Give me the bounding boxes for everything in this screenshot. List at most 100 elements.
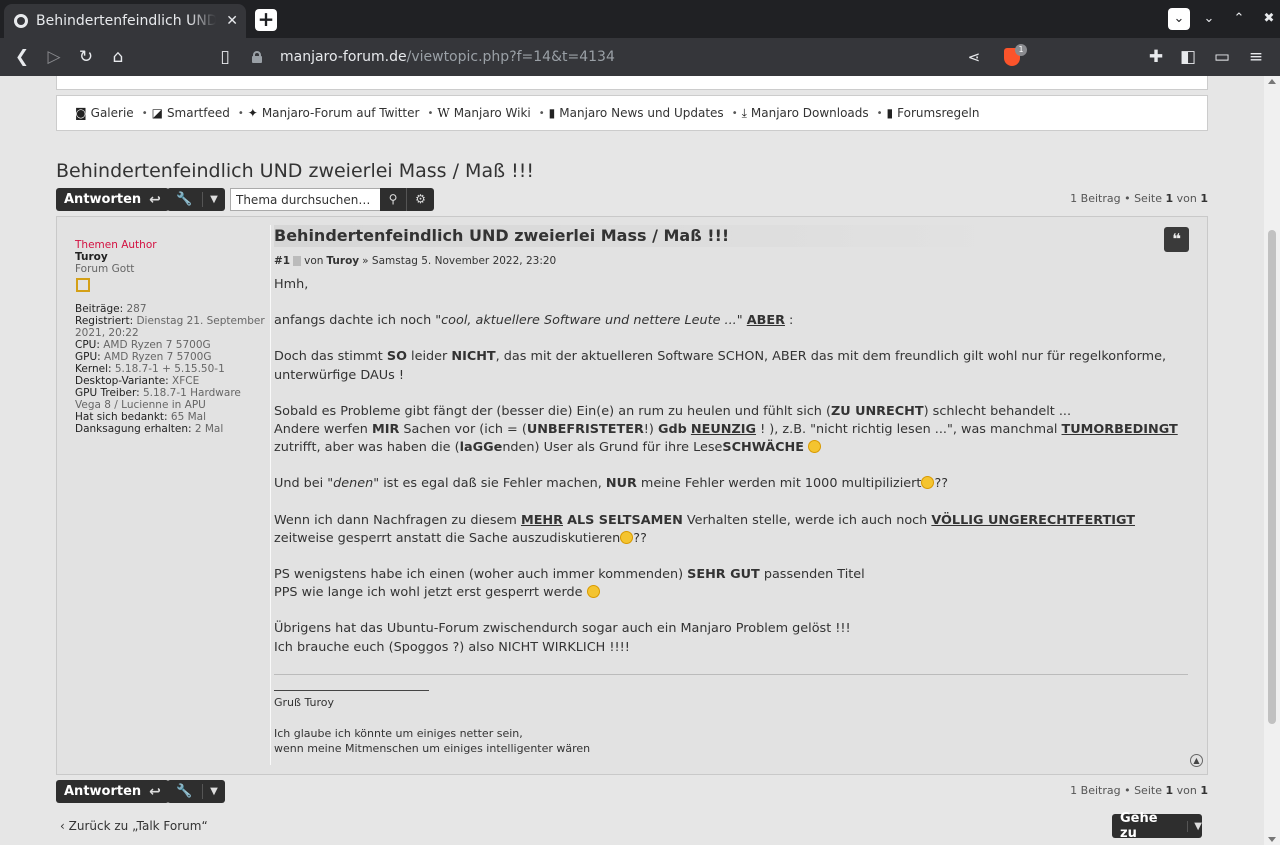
gear-icon[interactable]: ⚙ bbox=[407, 188, 434, 211]
caret-down-icon: ▼ bbox=[210, 786, 218, 797]
wrench-icon: 🔧 bbox=[167, 192, 203, 207]
reload-icon[interactable]: ↻ bbox=[76, 47, 96, 67]
signature-divider bbox=[274, 673, 1188, 675]
quicklink-twitter[interactable]: • ✦ Manjaro-Forum auf Twitter bbox=[238, 106, 420, 120]
scroll-thumb[interactable] bbox=[1268, 230, 1276, 724]
wallet-icon[interactable]: ▭ bbox=[1212, 47, 1232, 67]
rank-image-icon bbox=[76, 278, 90, 292]
url-path: /viewtopic.php?f=14&t=4134 bbox=[406, 49, 615, 65]
close-tab-icon[interactable]: ✕ bbox=[226, 13, 238, 29]
profile-field: Desktop-Variante: XFCE bbox=[75, 375, 200, 387]
post-content: Hmh, anfangs dachte ich noch "cool, aktu… bbox=[274, 277, 1178, 655]
pagination-top: 1 Beitrag • Seite 1 von 1 bbox=[1070, 192, 1208, 205]
post-meta: #1 von Turoy » Samstag 5. November 2022,… bbox=[274, 255, 557, 267]
browser-toolbar: ❮ ▷ ↻ ⌂ ▯ manjaro-forum.de/viewtopic.php… bbox=[0, 38, 1280, 76]
browser-tab-bar: Behindertenfeindlich UND zweierlei Mass … bbox=[0, 0, 1280, 38]
jump-to-button[interactable]: Gehe zu ▼ bbox=[1112, 811, 1202, 841]
quicklink-rules[interactable]: • ▮ Forumsregeln bbox=[877, 106, 980, 120]
twitter-icon: ✦ bbox=[247, 106, 258, 120]
wrench-icon: 🔧 bbox=[167, 784, 203, 799]
quicklink-news[interactable]: • ▮ Manjaro News und Updates bbox=[539, 106, 724, 120]
book-icon: ▮ bbox=[548, 106, 556, 120]
new-tab-button[interactable]: + bbox=[255, 9, 277, 31]
home-icon[interactable]: ⌂ bbox=[108, 47, 128, 67]
reply-button[interactable]: Antworten ↩ bbox=[56, 188, 169, 211]
profile-field: GPU Treiber: 5.18.7-1 Hardware Vega 8 / … bbox=[75, 387, 241, 411]
reply-arrow-icon: ↩ bbox=[149, 191, 161, 208]
search-icon[interactable]: ⚲ bbox=[380, 188, 407, 211]
back-to-forum-link[interactable]: ‹ Zurück zu „Talk Forum“ bbox=[60, 819, 208, 833]
profile-rank: Themen Author bbox=[75, 239, 157, 251]
site-favicon-icon bbox=[14, 14, 28, 28]
topic-title[interactable]: Behindertenfeindlich UND zweierlei Mass … bbox=[56, 160, 534, 182]
pagination-bottom: 1 Beitrag • Seite 1 von 1 bbox=[1070, 784, 1208, 797]
profile-field: GPU: AMD Ryzen 7 5700G bbox=[75, 351, 212, 363]
sidebar-icon[interactable]: ◧ bbox=[1178, 47, 1198, 67]
profile-username[interactable]: Turoy bbox=[75, 251, 265, 263]
tab-search-chevron-icon[interactable]: ⌄ bbox=[1168, 8, 1190, 30]
tab-title: Behindertenfeindlich UND zweierlei Mass … bbox=[36, 13, 216, 29]
post-body: Behindertenfeindlich UND zweierlei Mass … bbox=[274, 225, 1194, 756]
rss-icon: ◪ bbox=[151, 106, 163, 120]
window-controls: ⌄ ⌄ ⌃ ✖ bbox=[1168, 8, 1280, 30]
quicklink-wiki[interactable]: • W Manjaro Wiki bbox=[427, 106, 530, 120]
wikipedia-icon: W bbox=[437, 106, 450, 120]
address-bar[interactable]: manjaro-forum.de/viewtopic.php?f=14&t=41… bbox=[252, 47, 615, 67]
post-page-icon bbox=[293, 256, 302, 266]
quicklink-downloads[interactable]: • ⤓ Manjaro Downloads bbox=[732, 106, 869, 121]
download-icon: ⤓ bbox=[741, 105, 747, 120]
smiley-emoji-icon bbox=[808, 440, 822, 454]
topic-search-box: ⚲ ⚙ bbox=[230, 188, 434, 211]
profile-field: Beiträge: 287 bbox=[75, 303, 147, 315]
back-icon[interactable]: ❮ bbox=[12, 47, 32, 67]
menu-icon[interactable]: ≡ bbox=[1246, 47, 1266, 67]
smiley-emoji-icon bbox=[586, 585, 600, 599]
scroll-down-arrow-icon[interactable] bbox=[1268, 837, 1276, 842]
back-to-top-icon[interactable]: ▲ bbox=[1190, 754, 1203, 767]
minimize-icon[interactable]: ⌄ bbox=[1198, 8, 1220, 30]
extensions-puzzle-icon[interactable]: ✚ bbox=[1146, 47, 1166, 67]
post-date: » Samstag 5. November 2022, 23:20 bbox=[362, 255, 557, 267]
smiley-emoji-icon bbox=[921, 476, 935, 490]
browser-tab[interactable]: Behindertenfeindlich UND zweierlei Mass … bbox=[4, 4, 246, 38]
topic-tools-button[interactable]: 🔧 ▼ bbox=[167, 780, 225, 803]
profile-field: Registriert: Dienstag 21. September 2021… bbox=[75, 315, 265, 339]
post-title[interactable]: Behindertenfeindlich UND zweierlei Mass … bbox=[274, 225, 1007, 247]
bookmark-icon[interactable]: ▯ bbox=[215, 47, 235, 67]
reply-arrow-icon: ↩ bbox=[149, 783, 161, 800]
signature: Gruß Turoy Ich glaube ich könnte um eini… bbox=[274, 677, 1194, 756]
action-bar-bottom: Antworten ↩ 🔧 ▼ 1 Beitrag • Seite 1 von 1 bbox=[56, 780, 1208, 804]
profile-title: Forum Gott bbox=[75, 263, 135, 275]
camera-icon: ◙ bbox=[75, 106, 87, 120]
navbar-top bbox=[56, 76, 1208, 90]
quote-button[interactable]: ❝ bbox=[1164, 227, 1189, 252]
post-author-link[interactable]: Turoy bbox=[326, 255, 359, 267]
caret-down-icon: ▼ bbox=[210, 194, 218, 205]
share-icon[interactable]: ⋖ bbox=[964, 47, 984, 67]
lock-icon bbox=[252, 51, 262, 63]
post-divider bbox=[270, 225, 271, 765]
profile-field: Kernel: 5.18.7-1 + 5.15.50-1 bbox=[75, 363, 225, 375]
caret-down-icon: ▼ bbox=[1187, 820, 1202, 832]
post-number[interactable]: #1 bbox=[274, 255, 290, 267]
topic-search-input[interactable] bbox=[230, 188, 380, 211]
action-bar-top: Antworten↩ 🔧▼ ⚲ ⚙ 1 Beitrag • Seite 1 vo… bbox=[56, 188, 1208, 212]
page: ◙ Galerie • ◪ Smartfeed • ✦ Manjaro-Forum auf… bbox=[0, 76, 1264, 845]
forward-icon[interactable]: ▷ bbox=[44, 47, 64, 67]
shield-count-badge: 1 bbox=[1015, 44, 1027, 56]
reply-button[interactable]: Antworten ↩ bbox=[56, 780, 169, 803]
scroll-up-arrow-icon[interactable] bbox=[1268, 79, 1276, 84]
maximize-icon[interactable]: ⌃ bbox=[1228, 8, 1250, 30]
page-scrollbar[interactable] bbox=[1264, 76, 1280, 845]
quicklinks-bar: ◙ Galerie • ◪ Smartfeed • ✦ Manjaro-Forum auf… bbox=[56, 95, 1208, 131]
post: Themen Author Turoy Forum Gott Beiträge:… bbox=[56, 216, 1208, 775]
topic-tools-button[interactable]: 🔧 ▼ bbox=[167, 188, 225, 211]
quote-icon: ❝ bbox=[1172, 230, 1181, 248]
profile-field: CPU: AMD Ryzen 7 5700G bbox=[75, 339, 211, 351]
quicklink-smartfeed[interactable]: • ◪ Smartfeed bbox=[142, 106, 230, 120]
post-profile: Themen Author Turoy Forum Gott Beiträge:… bbox=[75, 239, 265, 435]
smiley-emoji-icon bbox=[620, 530, 634, 544]
quicklink-galerie[interactable]: ◙ Galerie bbox=[75, 106, 134, 120]
close-window-icon[interactable]: ✖ bbox=[1258, 8, 1280, 30]
profile-field: Danksagung erhalten: 2 Mal bbox=[75, 423, 224, 435]
